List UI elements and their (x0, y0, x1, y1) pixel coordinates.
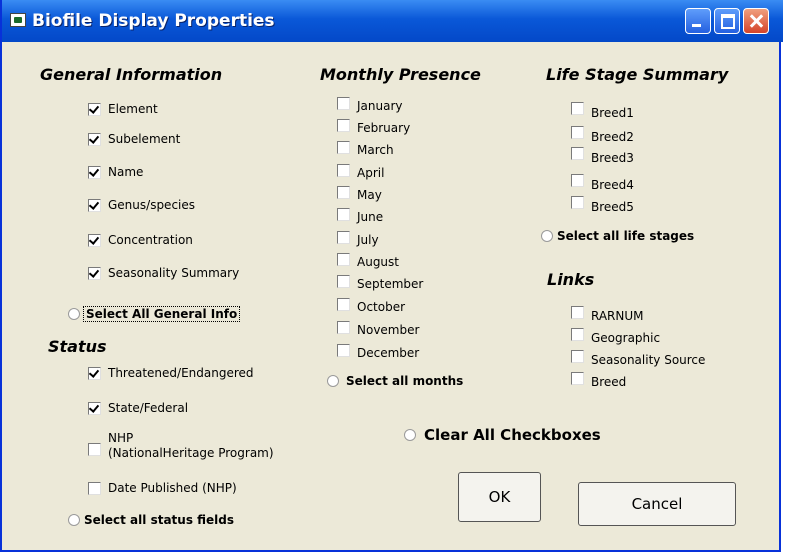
checkbox-label: September (357, 277, 424, 291)
checkbox-box[interactable] (337, 208, 350, 221)
checkbox-box[interactable] (88, 402, 101, 415)
checkbox-box[interactable] (337, 231, 350, 244)
radio-label: Clear All Checkboxes (424, 426, 601, 444)
checkbox-box[interactable] (571, 147, 584, 160)
checkbox-box[interactable] (88, 199, 101, 212)
checkbox-label: November (357, 323, 420, 337)
radio-circle[interactable] (68, 514, 80, 526)
checkbox-box[interactable] (337, 141, 350, 154)
radio-label: Select all months (346, 374, 464, 388)
window-title: Biofile Display Properties (32, 11, 275, 31)
life-stage-heading: Life Stage Summary (546, 65, 729, 84)
checkbox-label: Concentration (108, 233, 193, 247)
checkbox-label-line2: (NationalHeritage Program) (108, 446, 274, 460)
checkbox-box[interactable] (88, 103, 101, 116)
maximize-button[interactable] (714, 8, 740, 34)
checkbox-label: Breed3 (591, 151, 634, 165)
checkbox-box[interactable] (337, 164, 350, 177)
checkbox-box[interactable] (337, 97, 350, 110)
checkbox-box[interactable] (571, 328, 584, 341)
checkbox-label: May (357, 188, 382, 202)
app-icon (10, 13, 26, 27)
checkbox-box[interactable] (88, 166, 101, 179)
checkbox-box[interactable] (337, 119, 350, 132)
status-heading: Status (48, 337, 107, 356)
checkbox-box[interactable] (337, 344, 350, 357)
checkbox-label: December (357, 346, 420, 360)
checkbox-label: February (357, 121, 411, 135)
checkbox-label: March (357, 143, 394, 157)
checkbox-box[interactable] (571, 126, 584, 139)
checkbox-label: Genus/species (108, 198, 196, 212)
checkbox-label: Breed5 (591, 200, 634, 214)
radio-circle[interactable] (327, 375, 339, 387)
radio-label: Select all life stages (557, 229, 695, 243)
radio-circle[interactable] (68, 308, 80, 320)
checkbox-label: Seasonality Summary (108, 266, 240, 280)
checkbox-label: Name (108, 165, 144, 179)
checkbox-label: Breed1 (591, 106, 634, 120)
checkbox-box[interactable] (88, 133, 101, 146)
checkbox-box[interactable] (337, 321, 350, 334)
checkbox-label: June (357, 210, 384, 224)
checkbox-box[interactable] (88, 367, 101, 380)
checkbox-box[interactable] (88, 482, 101, 495)
checkbox-label: Threatened/Endangered (108, 366, 254, 380)
title-bar[interactable]: Biofile Display Properties (2, 0, 783, 42)
radio-circle[interactable] (541, 230, 553, 242)
checkbox-label: Subelement (108, 132, 181, 146)
checkbox-box[interactable] (571, 306, 584, 319)
checkbox-label: October (357, 300, 406, 314)
checkbox-label: Breed (591, 375, 627, 389)
checkbox-box[interactable] (337, 275, 350, 288)
checkbox-box[interactable] (571, 350, 584, 363)
checkbox-box[interactable] (88, 443, 101, 456)
close-button[interactable] (743, 8, 769, 34)
checkbox-box[interactable] (571, 196, 584, 209)
checkbox-label: NHP (108, 431, 134, 445)
checkbox-box[interactable] (571, 102, 584, 115)
checkbox-box[interactable] (571, 372, 584, 385)
monthly-presence-heading: Monthly Presence (320, 65, 481, 84)
checkbox-label: State/Federal (108, 401, 189, 415)
cancel-button[interactable]: Cancel (578, 482, 736, 526)
checkbox-box[interactable] (88, 234, 101, 247)
checkbox-label: Breed2 (591, 130, 634, 144)
checkbox-label: RARNUM (591, 309, 644, 323)
checkbox-box[interactable] (571, 174, 584, 187)
checkbox-label: Date Published (NHP) (108, 481, 237, 495)
checkbox-label: January (357, 99, 403, 113)
checkbox-label: August (357, 255, 399, 269)
ok-button[interactable]: OK (458, 472, 541, 522)
radio-circle[interactable] (404, 429, 416, 441)
checkbox-box[interactable] (88, 267, 101, 280)
minimize-button[interactable] (685, 8, 711, 34)
dialog-window: Biofile Display Properties General Infor… (0, 0, 783, 552)
checkbox-label: July (357, 233, 379, 247)
checkbox-label: Element (108, 102, 158, 116)
checkbox-label: Geographic (591, 331, 661, 345)
checkbox-box[interactable] (337, 186, 350, 199)
checkbox-label: April (357, 166, 385, 180)
checkbox-box[interactable] (337, 253, 350, 266)
checkbox-box[interactable] (337, 298, 350, 311)
checkbox-label: Breed4 (591, 178, 634, 192)
checkbox-label: Seasonality Source (591, 353, 706, 367)
radio-label: Select all status fields (84, 513, 235, 527)
radio-label: Select All General Info (82, 306, 241, 322)
links-heading: Links (547, 270, 595, 289)
general-info-heading: General Information (40, 65, 223, 84)
